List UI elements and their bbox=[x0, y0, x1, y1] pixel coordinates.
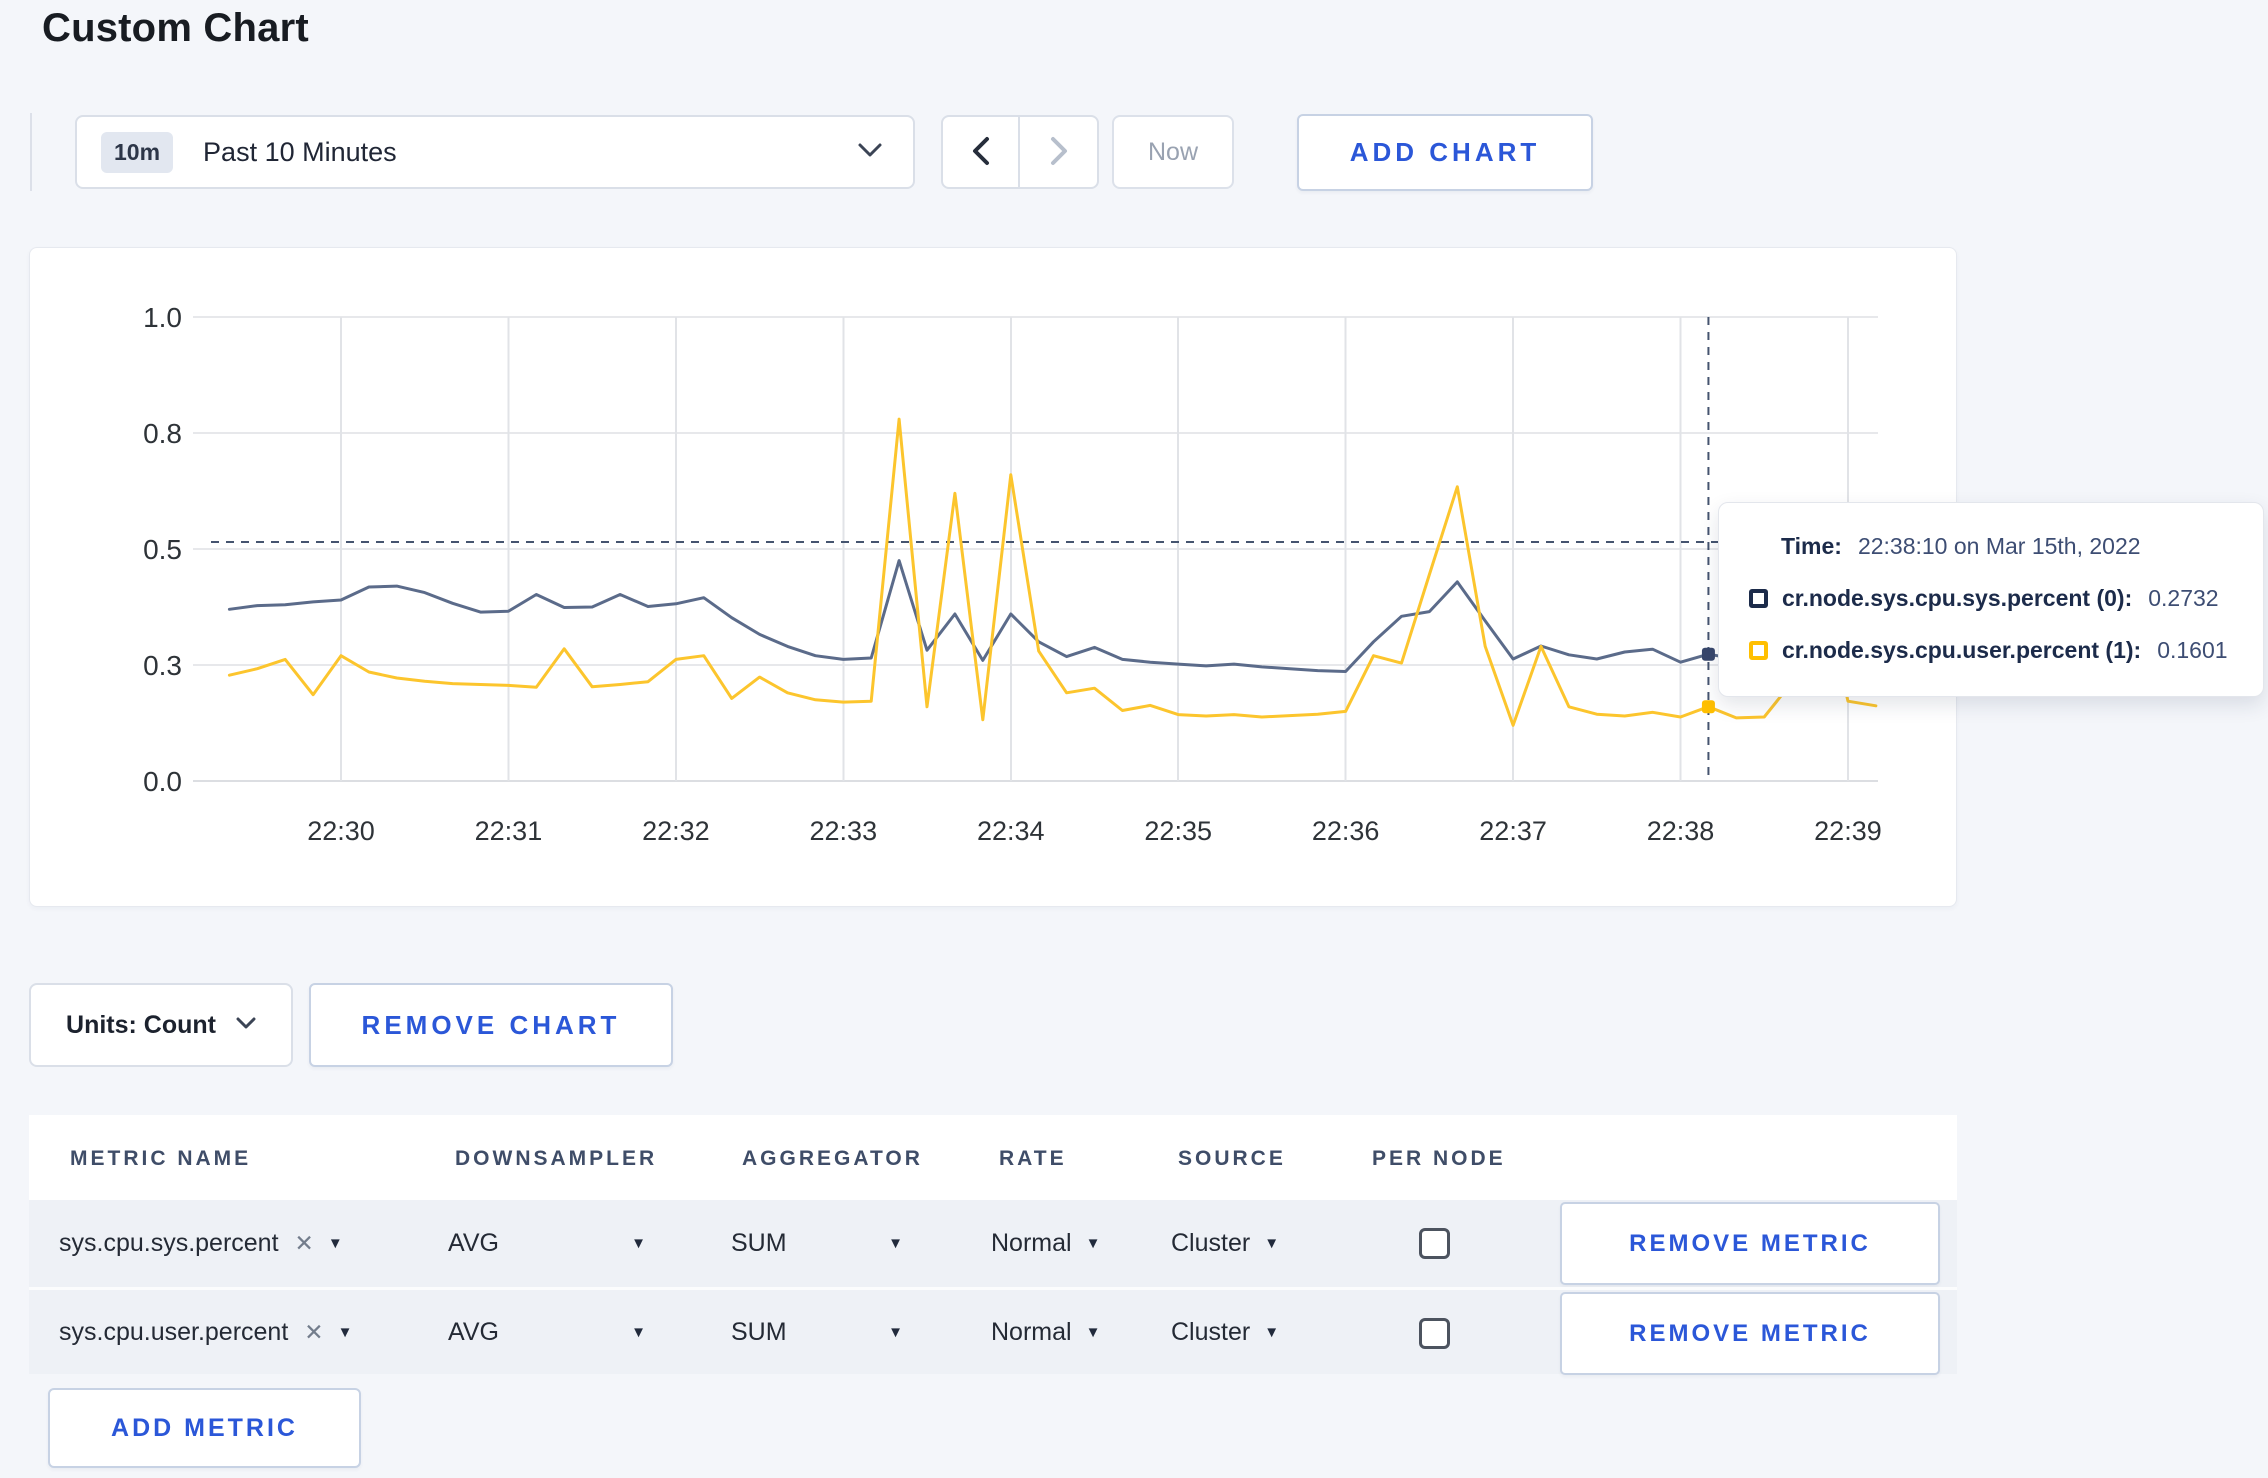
x-tick-label: 22:30 bbox=[307, 816, 375, 846]
x-tick-label: 22:39 bbox=[1814, 816, 1882, 846]
chevron-down-icon bbox=[857, 141, 883, 164]
downsampler-value: AVG bbox=[448, 1317, 499, 1346]
source-value: Cluster bbox=[1171, 1229, 1251, 1257]
caret-down-icon: ▼ bbox=[327, 1235, 343, 1252]
metric-row-sys: sys.cpu.sys.percent ✕ ▼ AVG ▼ SUM ▼ Norm… bbox=[29, 1200, 1957, 1287]
header-rate: RATE bbox=[999, 1147, 1067, 1170]
time-prev-button[interactable] bbox=[943, 117, 1020, 187]
header-metric-name: METRIC NAME bbox=[70, 1147, 252, 1170]
remove-metric-button[interactable]: REMOVE METRIC bbox=[1560, 1202, 1940, 1285]
aggregator-select[interactable]: SUM ▼ bbox=[731, 1290, 903, 1374]
tooltip-time-label: Time: bbox=[1781, 533, 1842, 559]
metrics-table: METRIC NAME DOWNSAMPLER AGGREGATOR RATE … bbox=[29, 1115, 1957, 1375]
aggregator-value: SUM bbox=[731, 1229, 787, 1257]
caret-down-icon: ▼ bbox=[1264, 1235, 1280, 1252]
metric-name-select[interactable]: sys.cpu.sys.percent ✕ ▼ bbox=[59, 1200, 343, 1287]
y-tick-label: 0.3 bbox=[143, 650, 182, 681]
caret-down-icon: ▼ bbox=[888, 1235, 903, 1252]
chevron-down-icon bbox=[236, 1016, 256, 1035]
rate-value: Normal bbox=[991, 1229, 1072, 1257]
remove-chart-button[interactable]: REMOVE CHART bbox=[309, 983, 673, 1067]
toolbar-left-divider bbox=[30, 113, 32, 191]
caret-down-icon: ▼ bbox=[631, 1235, 646, 1252]
time-range-select[interactable]: 10m Past 10 Minutes bbox=[75, 115, 915, 189]
tooltip-series-sys-value: 0.2732 bbox=[2148, 585, 2219, 611]
metrics-chart[interactable]: 0.0 0.3 0.5 0.8 1.0 22:30 22:31 22:32 22:33 22:34… bbox=[30, 248, 1958, 908]
aggregator-select[interactable]: SUM ▼ bbox=[731, 1200, 903, 1287]
header-per-node: PER NODE bbox=[1372, 1147, 1506, 1170]
tooltip-time-value: 22:38:10 on Mar 15th, 2022 bbox=[1857, 533, 2141, 559]
series-cr.node.sys.cpu.sys.percent bbox=[227, 559, 1878, 673]
time-range-label: Past 10 Minutes bbox=[203, 136, 397, 167]
per-node-checkbox[interactable] bbox=[1419, 1228, 1450, 1259]
source-value: Cluster bbox=[1171, 1317, 1251, 1346]
remove-x-icon[interactable]: ✕ bbox=[304, 1319, 323, 1346]
caret-down-icon: ▼ bbox=[337, 1323, 353, 1341]
rate-select[interactable]: Normal ▼ bbox=[991, 1290, 1100, 1374]
caret-down-icon: ▼ bbox=[631, 1323, 646, 1341]
remove-x-icon[interactable]: ✕ bbox=[295, 1230, 314, 1257]
header-downsampler: DOWNSAMPLER bbox=[455, 1147, 658, 1170]
chevron-right-icon bbox=[1048, 135, 1070, 170]
chart-card: 0.0 0.3 0.5 0.8 1.0 22:30 22:31 22:32 22:33 22:34… bbox=[29, 247, 1957, 907]
units-select[interactable]: Units: Count bbox=[29, 983, 293, 1067]
x-tick-label: 22:33 bbox=[810, 816, 878, 846]
metric-row-user: sys.cpu.user.percent ✕ ▼ AVG ▼ SUM ▼ Nor… bbox=[29, 1287, 1957, 1375]
units-select-label: Units: Count bbox=[66, 1010, 216, 1039]
metrics-table-header: METRIC NAME DOWNSAMPLER AGGREGATOR RATE … bbox=[29, 1115, 1957, 1200]
caret-down-icon: ▼ bbox=[888, 1323, 903, 1341]
remove-metric-button[interactable]: REMOVE METRIC bbox=[1560, 1292, 1940, 1375]
y-tick-label: 0.0 bbox=[143, 766, 182, 797]
caret-down-icon: ▼ bbox=[1264, 1323, 1280, 1341]
add-metric-button[interactable]: ADD METRIC bbox=[48, 1388, 361, 1468]
metric-name-select[interactable]: sys.cpu.user.percent ✕ ▼ bbox=[59, 1290, 352, 1374]
rate-select[interactable]: Normal ▼ bbox=[991, 1200, 1100, 1287]
x-tick-label: 22:34 bbox=[977, 816, 1045, 846]
tooltip-series-user-label: cr.node.sys.cpu.user.percent (1): bbox=[1782, 637, 2142, 663]
chevron-left-icon bbox=[970, 135, 992, 170]
tooltip-series-user-value: 0.1601 bbox=[2157, 637, 2228, 663]
x-tick-label: 22:36 bbox=[1312, 816, 1380, 846]
time-next-button[interactable] bbox=[1020, 117, 1097, 187]
header-aggregator: AGGREGATOR bbox=[742, 1147, 923, 1170]
metric-name-label: sys.cpu.user.percent bbox=[59, 1317, 289, 1346]
y-tick-label: 1.0 bbox=[143, 302, 182, 333]
now-button[interactable]: Now bbox=[1112, 115, 1234, 189]
per-node-checkbox[interactable] bbox=[1419, 1318, 1450, 1349]
downsampler-select[interactable]: AVG ▼ bbox=[448, 1200, 646, 1287]
x-tick-label: 22:38 bbox=[1647, 816, 1715, 846]
downsampler-value: AVG bbox=[448, 1229, 499, 1257]
series-cr.node.sys.cpu.user.percent bbox=[227, 417, 1878, 727]
rate-value: Normal bbox=[991, 1317, 1072, 1346]
header-source: SOURCE bbox=[1178, 1147, 1286, 1170]
chart-tooltip: Time: 22:38:10 on Mar 15th, 2022 cr.node… bbox=[1718, 502, 2264, 697]
hover-marker bbox=[1701, 700, 1715, 714]
hover-marker bbox=[1701, 647, 1715, 661]
metric-name-label: sys.cpu.sys.percent bbox=[59, 1229, 279, 1257]
caret-down-icon: ▼ bbox=[1085, 1323, 1101, 1341]
y-tick-label: 0.5 bbox=[143, 534, 182, 565]
aggregator-value: SUM bbox=[731, 1317, 787, 1346]
x-tick-label: 22:31 bbox=[475, 816, 543, 846]
x-tick-label: 22:37 bbox=[1479, 816, 1547, 846]
series-sys-legend-swatch bbox=[1749, 589, 1768, 608]
source-select[interactable]: Cluster ▼ bbox=[1171, 1200, 1279, 1287]
x-tick-label: 22:32 bbox=[642, 816, 710, 846]
add-chart-button[interactable]: ADD CHART bbox=[1297, 114, 1593, 191]
tooltip-series-sys-label: cr.node.sys.cpu.sys.percent (0): bbox=[1782, 585, 2133, 611]
downsampler-select[interactable]: AVG ▼ bbox=[448, 1290, 646, 1374]
x-tick-label: 22:35 bbox=[1144, 816, 1212, 846]
time-range-badge: 10m bbox=[101, 131, 174, 173]
page-title: Custom Chart bbox=[42, 6, 309, 50]
y-tick-label: 0.8 bbox=[143, 418, 182, 449]
caret-down-icon: ▼ bbox=[1085, 1235, 1101, 1252]
source-select[interactable]: Cluster ▼ bbox=[1171, 1290, 1279, 1374]
time-nav-group bbox=[941, 115, 1099, 189]
series-user-legend-swatch bbox=[1749, 641, 1768, 660]
